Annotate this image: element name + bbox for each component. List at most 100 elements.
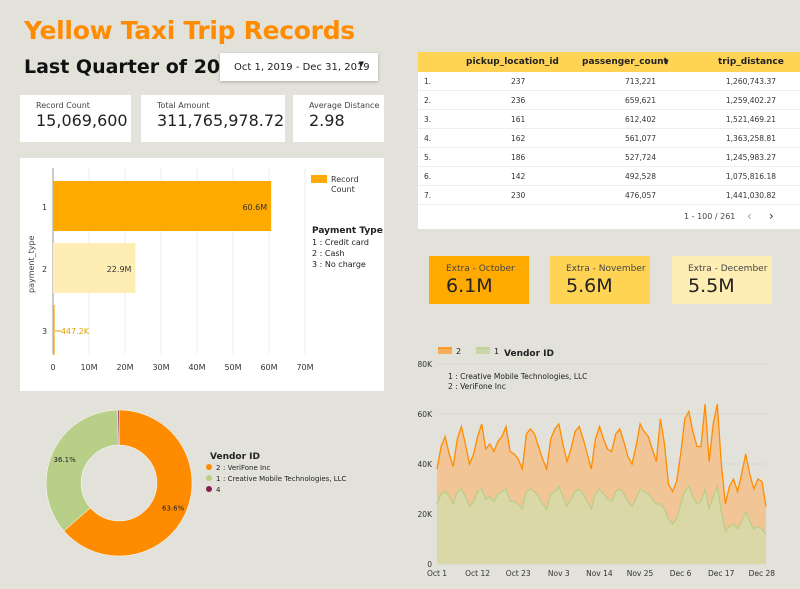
page-subtitle: Last Quarter of 2019 [24,56,247,78]
column-header-passenger-count[interactable]: passenger_count [582,57,668,67]
table-row[interactable]: 7. 230 476,057 1,441,030.82 [418,186,800,205]
donut-legend-label: : Creative Mobile Technologies, LLC [223,475,347,483]
x-tick-label: Dec 6 [670,569,692,578]
column-header-pickup-location-id[interactable]: pickup_location_id [466,57,559,67]
passenger-count-cell: 561,077 [624,134,656,143]
row-index: 2. [424,96,432,105]
extra-value: 6.1M [446,275,493,297]
table-row[interactable]: 4. 162 561,077 1,363,258.81 [418,129,800,148]
row-index: 3. [424,115,432,124]
x-tick-label: 70M [296,363,313,372]
x-tick-label: 50M [224,363,241,372]
y-axis-label: payment_type [27,235,36,293]
sort-desc-icon[interactable]: ▼ [664,59,669,66]
payment-type-bar-chart[interactable]: payment_type 1 60.6M 2 22.9M 3 447.2K 0 10M 20M 3… [20,158,384,391]
y-tick-label: 60K [418,410,434,419]
bar-data-label: 60.6M [242,203,267,212]
table-row[interactable]: 5. 186 527,724 1,245,983.27 [418,148,800,167]
payment-type-notes-title: Payment Type [312,226,383,236]
kpi-label: Record Count [36,101,90,110]
donut-legend-label: : VeriFone Inc [223,464,270,472]
payment-type-note: 2 : Cash [312,249,345,258]
kpi-value: 15,069,600 [36,111,128,130]
pickup-location-cell: 186 [511,153,526,162]
pickup-location-cell: 161 [511,115,526,124]
x-tick-label: 30M [152,363,169,372]
kpi-record-count: Record Count 15,069,600 [20,95,131,142]
donut-legend-key: 1 [216,475,220,483]
pagination-label: 1 - 100 / 261 [684,212,736,221]
kpi-label: Total Amount [157,101,210,110]
extra-value: 5.5M [688,275,735,297]
row-index: 5. [424,153,432,162]
y-tick-label: 40K [418,460,434,469]
vendor-note: 2 : VeriFone Inc [448,382,506,391]
passenger-count-cell: 476,057 [624,191,656,200]
x-tick-label: 10M [80,363,97,372]
row-index: 4. [424,134,432,143]
trip-distance-cell: 1,441,030.82 [725,191,776,200]
bar-data-label: 22.9M [107,265,132,274]
trip-distance-cell: 1,245,983.27 [725,153,776,162]
passenger-count-cell: 659,621 [624,96,656,105]
legend-label-line-2: Count [331,185,355,194]
legend-dot [206,464,212,470]
x-tick-label: Oct 23 [506,569,531,578]
kpi-value: 2.98 [309,111,345,130]
donut-slice-vendor-1[interactable] [45,409,119,532]
donut-legend-key: 2 [216,464,220,472]
bar-payment-type-1[interactable] [53,181,272,231]
x-tick-label: Nov 14 [586,569,613,578]
date-range-picker[interactable]: Oct 1, 2019 - Dec 31, 2019 ▼ [220,53,378,81]
pickup-location-cell: 230 [511,191,526,200]
x-tick-label: Nov 3 [548,569,570,578]
y-tick-label: 2 [42,265,47,274]
donut-legend-title: Vendor ID [210,452,260,462]
row-index: 6. [424,172,432,181]
x-tick-label: Oct 1 [427,569,447,578]
legend-key: 2 [456,347,461,356]
x-tick-label: 0 [50,363,55,372]
extra-december-card: Extra - December 5.5M [672,256,772,304]
vendor-area-chart[interactable]: 2 1 Vendor ID 1 : Creative Mobile Technol… [408,338,800,588]
y-tick-label: 0 [427,560,432,569]
trip-distance-cell: 1,260,743.37 [725,77,776,86]
payment-type-chart-card: payment_type 1 60.6M 2 22.9M 3 447.2K 0 10M 20M 3… [20,158,384,391]
row-index: 7. [424,191,432,200]
caret-down-icon: ▼ [358,60,364,68]
prev-page-icon[interactable]: ‹ [747,209,752,223]
payment-type-note: 1 : Credit card [312,238,369,247]
bar-payment-type-3[interactable] [53,305,55,355]
kpi-value: 311,765,978.72 [157,111,285,130]
extra-label: Extra - October [446,264,515,274]
payment-type-note: 3 : No charge [312,260,366,269]
vendor-donut-chart[interactable]: 63.6% 36.1% Vendor ID 2: VeriFone Inc1: C… [20,396,400,586]
extra-value: 5.6M [566,275,613,297]
y-tick-label: 1 [42,203,47,212]
donut-slice-label: 36.1% [53,456,76,464]
pickup-location-cell: 236 [511,96,526,105]
extra-label: Extra - November [566,264,646,274]
legend-swatch-vendor-2 [438,348,452,354]
x-tick-label: 60M [260,363,277,372]
date-range-label: Oct 1, 2019 - Dec 31, 2019 [234,61,370,73]
column-header-trip-distance[interactable]: trip_distance [718,57,784,67]
x-tick-label: 20M [116,363,133,372]
table-row[interactable]: 6. 142 492,528 1,075,816.18 [418,167,800,186]
next-page-icon[interactable]: › [769,209,774,223]
passenger-count-cell: 492,528 [624,172,656,181]
table-row[interactable]: 3. 161 612,402 1,521,469.21 [418,110,800,129]
legend-label-line-1: Record [331,175,359,184]
legend-dot [206,475,212,481]
extra-label: Extra - December [688,264,768,274]
legend-swatch-record-count [311,175,327,183]
trip-distance-cell: 1,259,402.27 [725,96,776,105]
table-row[interactable]: 1. 237 713,221 1,260,743.37 [418,72,800,91]
trip-distance-cell: 1,521,469.21 [725,115,776,124]
y-tick-label: 80K [418,360,434,369]
y-tick-label: 3 [42,327,47,336]
row-index: 1. [424,77,432,86]
page-title: Yellow Taxi Trip Records [24,16,355,45]
pickup-location-cell: 142 [511,172,526,181]
table-row[interactable]: 2. 236 659,621 1,259,402.27 [418,91,800,110]
